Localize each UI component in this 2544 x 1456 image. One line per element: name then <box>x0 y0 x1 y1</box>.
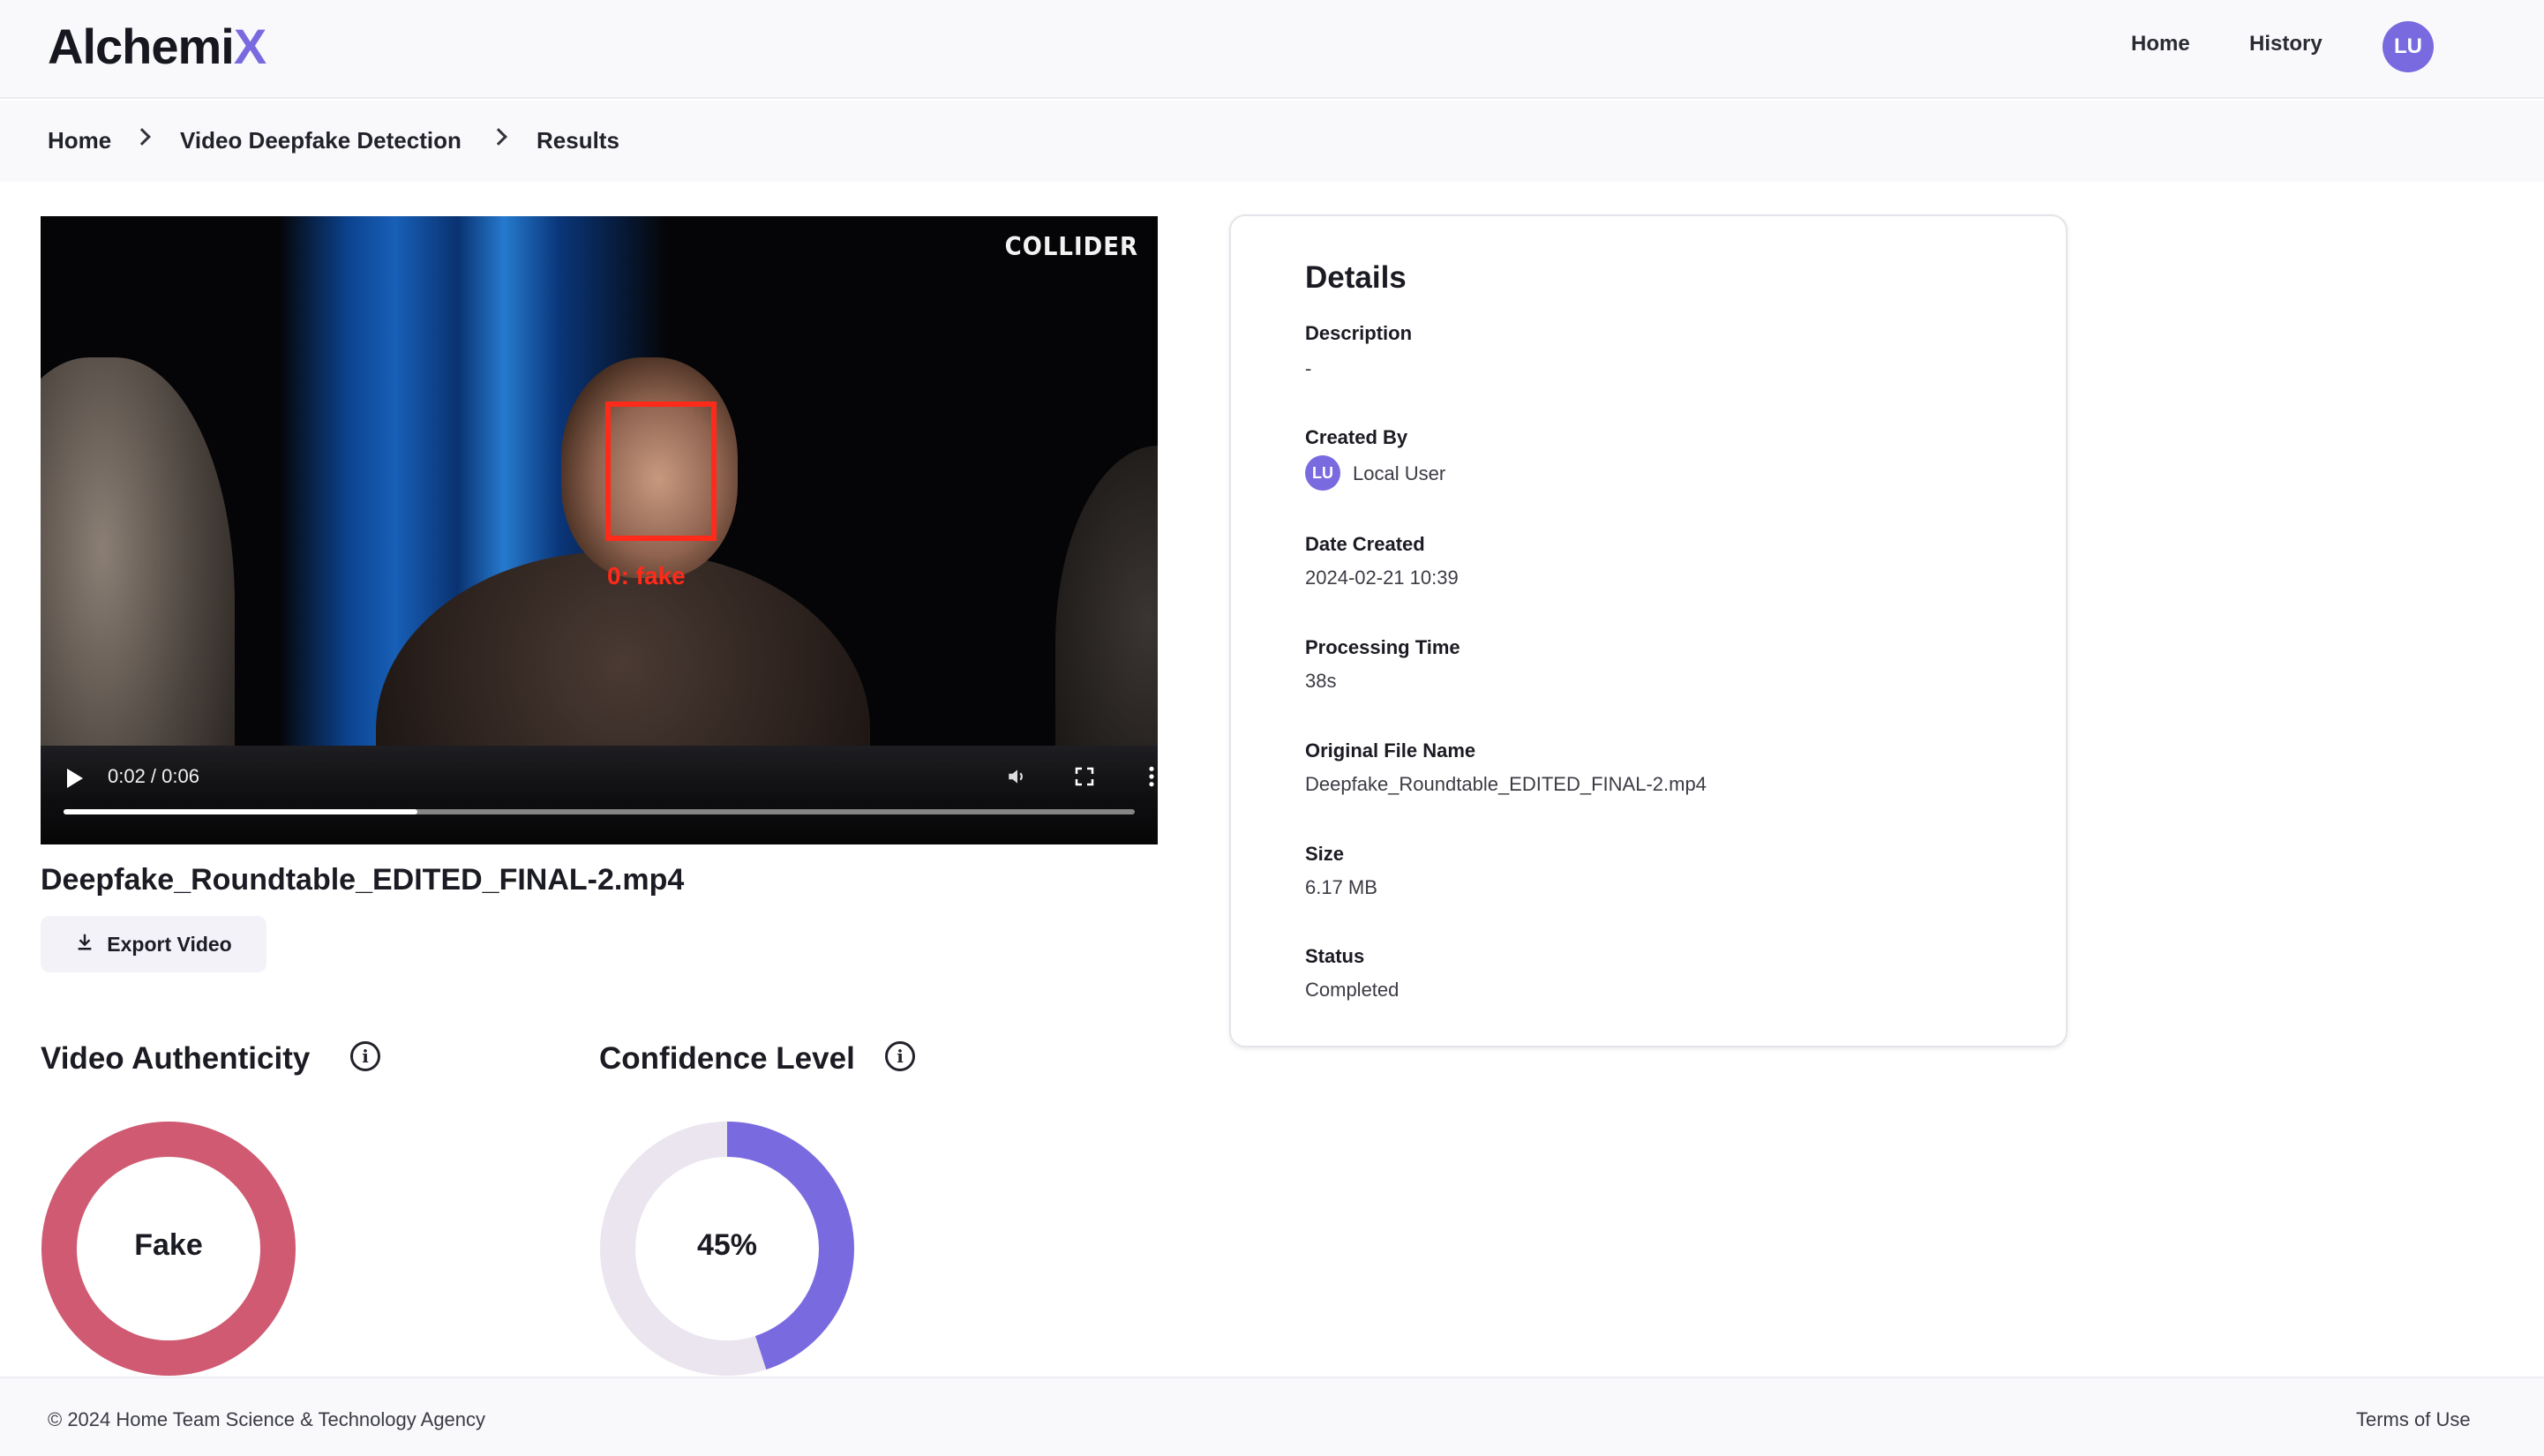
copyright-text: © 2024 Home Team Science & Technology Ag… <box>48 1408 486 1430</box>
video-time-display: 0:02 / 0:06 <box>108 765 199 787</box>
video-player[interactable]: 0: fake COLLIDER 0:02 / 0:06 <box>41 216 1158 844</box>
breadcrumb-home[interactable]: Home <box>48 127 111 154</box>
description-label: Description <box>1305 322 1413 344</box>
size-label: Size <box>1305 843 1345 865</box>
volume-icon[interactable] <box>1002 762 1032 792</box>
video-progress-fill <box>64 809 417 814</box>
authenticity-value: Fake <box>134 1228 203 1262</box>
status-label: Status <box>1305 945 1365 967</box>
page-footer: © 2024 Home Team Science & Technology Ag… <box>0 1377 2544 1456</box>
export-video-label: Export Video <box>107 932 232 956</box>
processing-time-value: 38s <box>1305 670 1337 692</box>
play-icon[interactable] <box>67 769 83 788</box>
app-logo[interactable]: AlchemiX <box>48 18 266 75</box>
confidence-level-title: Confidence Level <box>599 1041 855 1076</box>
more-vertical-icon[interactable] <box>1137 762 1158 792</box>
date-created-label: Date Created <box>1305 533 1425 555</box>
chevron-right-icon <box>490 128 507 146</box>
breadcrumb-video-deepfake-detection[interactable]: Video Deepfake Detection <box>180 127 462 154</box>
details-card: Details Description - Created By LU Loca… <box>1229 214 2067 1047</box>
video-file-name: Deepfake_Roundtable_EDITED_FINAL-2.mp4 <box>41 863 685 897</box>
created-by-value: Local User <box>1353 462 1446 484</box>
date-created-value: 2024-02-21 10:39 <box>1305 567 1459 589</box>
video-authenticity-title: Video Authenticity <box>41 1041 311 1076</box>
created-by-label: Created By <box>1305 426 1408 448</box>
info-icon[interactable]: i <box>350 1041 380 1071</box>
logo-text: Alchemi <box>48 19 235 74</box>
details-title: Details <box>1305 260 1407 295</box>
created-by-avatar: LU <box>1305 455 1340 491</box>
video-progress-bar[interactable] <box>64 809 1135 814</box>
fullscreen-icon[interactable] <box>1069 762 1099 792</box>
face-detection-label: 0: fake <box>607 562 686 589</box>
download-icon <box>75 932 94 957</box>
face-detection-box <box>605 402 717 541</box>
description-value: - <box>1305 357 1312 379</box>
terms-of-use-link[interactable]: Terms of Use <box>2356 1408 2471 1431</box>
export-video-button[interactable]: Export Video <box>41 916 266 972</box>
chevron-right-icon <box>133 128 151 146</box>
size-value: 6.17 MB <box>1305 876 1377 898</box>
original-file-name-value: Deepfake_Roundtable_EDITED_FINAL-2.mp4 <box>1305 773 1707 795</box>
video-watermark: COLLIDER <box>1004 232 1138 262</box>
top-navigation-bar: AlchemiX Home History LU <box>0 0 2544 99</box>
status-value: Completed <box>1305 979 1400 1001</box>
info-icon[interactable]: i <box>885 1041 915 1071</box>
confidence-value: 45% <box>696 1228 758 1262</box>
breadcrumb-results: Results <box>537 127 619 154</box>
breadcrumb: Home Video Deepfake Detection Results <box>0 101 2544 182</box>
nav-home-link[interactable]: Home <box>2131 32 2190 56</box>
logo-accent-text: X <box>233 19 266 74</box>
video-controls-overlay <box>41 746 1158 844</box>
user-avatar[interactable]: LU <box>2383 21 2434 72</box>
original-file-name-label: Original File Name <box>1305 739 1476 762</box>
nav-history-link[interactable]: History <box>2249 32 2323 56</box>
processing-time-label: Processing Time <box>1305 636 1460 658</box>
